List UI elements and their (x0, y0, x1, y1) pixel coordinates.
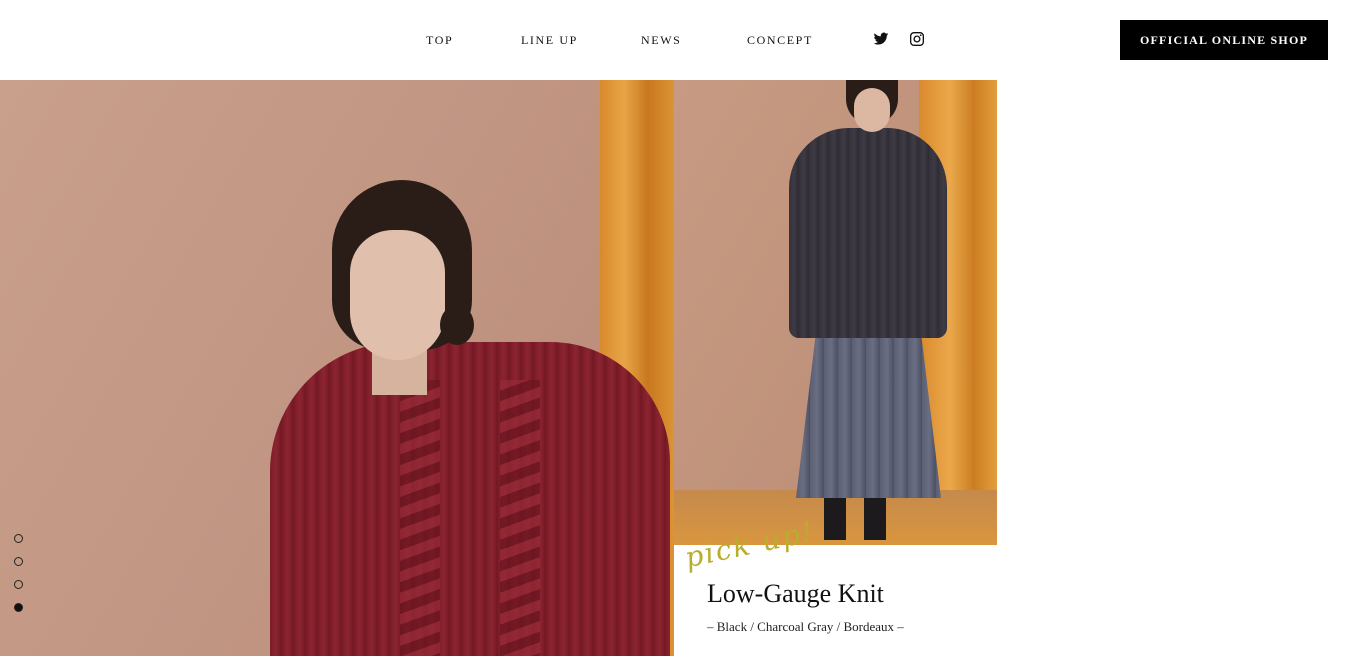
cable-pattern (500, 380, 540, 656)
pleated-skirt (796, 330, 941, 498)
model-face (350, 230, 445, 360)
model-face (854, 88, 890, 132)
twitter-icon[interactable] (873, 31, 889, 47)
official-online-shop-button[interactable]: OFFICIAL ONLINE SHOP (1120, 20, 1328, 60)
hero-photo (0, 80, 674, 656)
instagram-icon[interactable] (909, 31, 925, 47)
product-colors: – Black / Charcoal Gray / Bordeaux – (707, 619, 904, 634)
charcoal-knit (789, 128, 947, 338)
slider-dot-active[interactable] (14, 603, 23, 612)
pickup-photo (674, 80, 997, 545)
model-hair-bun (440, 305, 474, 345)
product-title[interactable]: Low-Gauge Knit (707, 579, 884, 609)
boot (824, 498, 846, 540)
nav-item-line-up[interactable]: LINE UP (521, 33, 578, 48)
burgundy-sweater (270, 342, 670, 656)
nav-item-top[interactable]: TOP (426, 33, 453, 48)
nav-item-news[interactable]: NEWS (641, 33, 681, 48)
nav-item-concept[interactable]: CONCEPT (747, 33, 813, 48)
slider-dot[interactable] (14, 557, 23, 566)
slider-dot[interactable] (14, 580, 23, 589)
site-header: TOP LINE UP NEWS CONCEPT OFFICIAL ONLINE… (0, 0, 1347, 80)
slider-dot[interactable] (14, 534, 23, 543)
cable-pattern (400, 380, 440, 656)
boot (864, 498, 886, 540)
